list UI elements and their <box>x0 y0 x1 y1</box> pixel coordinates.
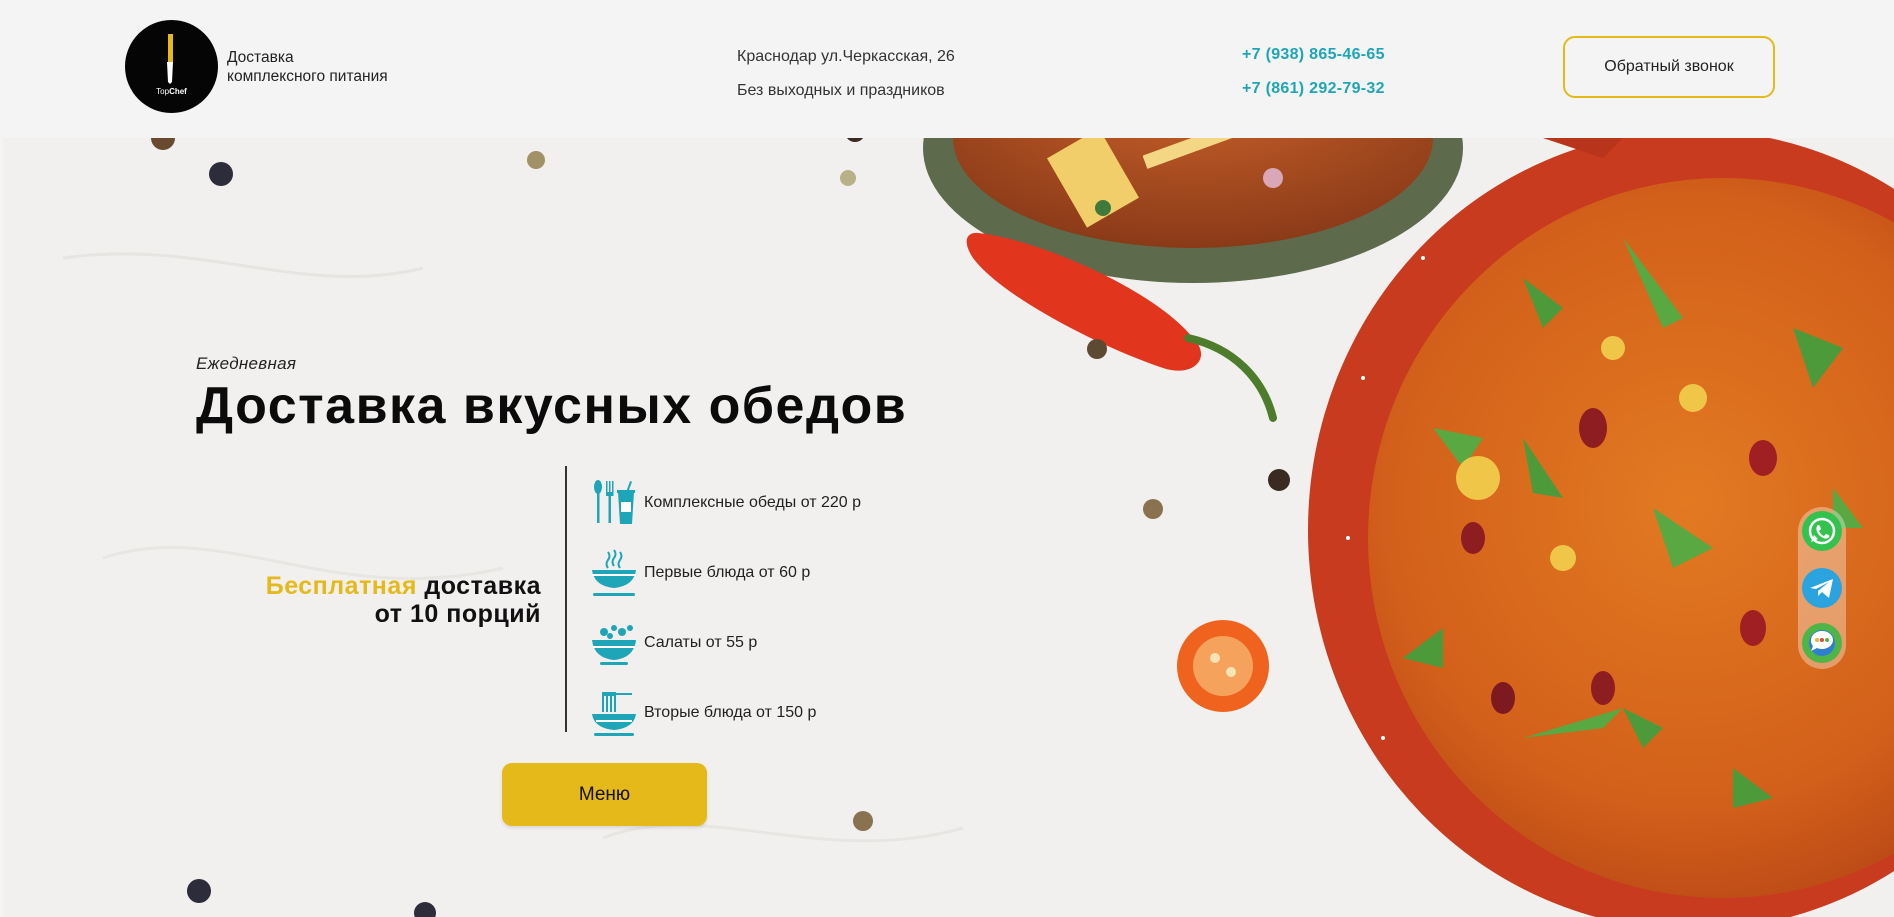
soup-bowl-icon <box>592 549 636 596</box>
free-rest: доставка <box>416 572 541 600</box>
whatsapp-icon[interactable] <box>1801 510 1843 552</box>
logo[interactable]: TopChef <box>125 20 218 113</box>
menu-categories: Комплексные обеды от 220 р Первые блюда … <box>590 468 861 748</box>
menu-button[interactable]: Меню <box>502 763 707 826</box>
free-line2: от 10 порций <box>374 600 541 628</box>
tagline-line2: комплексного питания <box>227 68 388 85</box>
chat-icon[interactable] <box>1801 622 1843 664</box>
knife-icon <box>167 34 173 84</box>
hero-subtitle: Ежедневная <box>196 354 297 373</box>
tagline-line1: Доставка <box>227 49 294 66</box>
hero-section: Ежедневная Доставка вкусных обедов Беспл… <box>3 138 1894 917</box>
hero-food-image <box>3 138 1894 917</box>
menu-category-item: Комплексные обеды от 220 р <box>590 468 861 538</box>
social-widget <box>1798 507 1846 669</box>
divider <box>565 466 567 732</box>
address: Краснодар ул.Черкасская, 26 <box>737 48 955 65</box>
phones-block: +7 (938) 865-46-65 +7 (861) 292-79-32 <box>1242 38 1385 106</box>
menu-category-item: Салаты от 55 р <box>590 608 861 678</box>
menu-category-label: Вторые блюда от 150 р <box>644 704 817 721</box>
phone-link-2[interactable]: +7 (861) 292-79-32 <box>1242 72 1385 106</box>
schedule: Без выходных и праздников <box>737 82 945 99</box>
logo-brand: TopChef <box>156 87 187 96</box>
cutlery-drink-icon <box>594 480 635 524</box>
address-block: Краснодар ул.Черкасская, 26 Без выходных… <box>737 40 955 108</box>
callback-button[interactable]: Обратный звонок <box>1563 36 1775 98</box>
tagline: Доставка комплексного питания <box>227 48 388 86</box>
pasta-plate-icon <box>592 692 636 736</box>
menu-category-label: Комплексные обеды от 220 р <box>644 494 862 511</box>
menu-category-label: Первые блюда от 60 р <box>644 564 811 581</box>
hero-title: Доставка вкусных обедов <box>196 377 908 435</box>
menu-category-item: Вторые блюда от 150 р <box>590 678 861 748</box>
phone-link-1[interactable]: +7 (938) 865-46-65 <box>1242 38 1385 72</box>
menu-category-item: Первые блюда от 60 р <box>590 538 861 608</box>
site-header: TopChef Доставка комплексного питания Кр… <box>0 0 1894 138</box>
free-delivery-text: Бесплатная доставка от 10 порций <box>163 572 541 628</box>
free-accent: Бесплатная <box>265 572 417 600</box>
telegram-icon[interactable] <box>1801 567 1843 609</box>
salad-bowl-icon <box>592 625 636 665</box>
menu-category-label: Салаты от 55 р <box>644 634 758 651</box>
